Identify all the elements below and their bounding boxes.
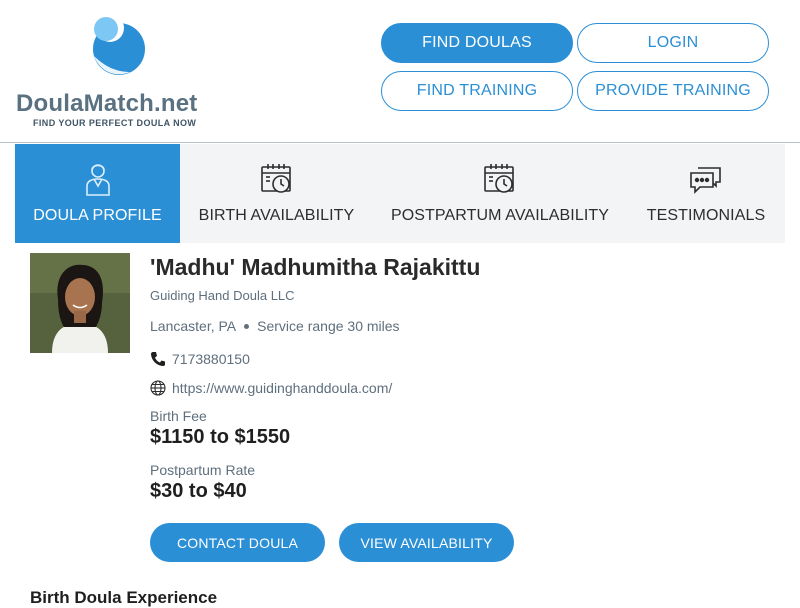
- phone-row[interactable]: 7173880150: [150, 351, 250, 367]
- website-link[interactable]: https://www.guidinghanddoula.com/: [172, 380, 392, 396]
- contact-doula-button[interactable]: CONTACT DOULA: [150, 523, 325, 562]
- birth-fee-label: Birth Fee: [150, 408, 207, 424]
- logo-wordmark: DoulaMatch.net: [16, 90, 198, 117]
- site-logo[interactable]: DoulaMatch.net FIND YOUR PERFECT DOULA N…: [16, 12, 221, 132]
- tab-doula-profile[interactable]: DOULA PROFILE: [15, 144, 180, 243]
- postpartum-rate-value: $30 to $40: [150, 480, 247, 502]
- company-name: Guiding Hand Doula LLC: [150, 288, 295, 303]
- chat-bubbles-icon: [690, 167, 721, 194]
- tab-postpartum-availability[interactable]: POSTPARTUM AVAILABILITY: [373, 144, 627, 243]
- find-training-button[interactable]: FIND TRAINING: [381, 71, 573, 111]
- doula-photo: [30, 253, 130, 353]
- birth-fee-value: $1150 to $1550: [150, 426, 291, 448]
- logo-tagline: FIND YOUR PERFECT DOULA NOW: [33, 118, 197, 128]
- website-row[interactable]: https://www.guidinghanddoula.com/: [150, 380, 392, 396]
- separator-dot: [244, 323, 250, 329]
- profile-tabs: DOULA PROFILE BIRTH AVAILABILITY POSTPAR…: [15, 144, 785, 243]
- logo-mark-icon: [93, 14, 145, 75]
- doula-person-icon: [85, 164, 110, 196]
- tab-label: TESTIMONIALS: [646, 207, 766, 224]
- phone-number[interactable]: 7173880150: [172, 351, 250, 367]
- location-line: Lancaster, PA Service range 30 miles: [150, 318, 400, 334]
- tab-label: DOULA PROFILE: [33, 207, 162, 224]
- tab-label: BIRTH AVAILABILITY: [198, 207, 355, 224]
- calendar-clock-icon: [260, 164, 291, 193]
- provide-training-button[interactable]: PROVIDE TRAINING: [577, 71, 769, 111]
- tab-birth-availability[interactable]: BIRTH AVAILABILITY: [180, 144, 373, 243]
- service-range-text: Service range 30 miles: [257, 318, 400, 334]
- globe-icon: [150, 380, 166, 396]
- site-header: DoulaMatch.net FIND YOUR PERFECT DOULA N…: [0, 0, 800, 143]
- doula-name: 'Madhu' Madhumitha Rajakittu: [150, 254, 481, 280]
- portrait-illustration: [30, 253, 130, 353]
- calendar-clock-icon: [484, 164, 514, 193]
- location-text: Lancaster, PA: [150, 318, 237, 334]
- tab-label: POSTPARTUM AVAILABILITY: [390, 207, 610, 224]
- view-availability-button[interactable]: VIEW AVAILABILITY: [339, 523, 514, 562]
- find-doulas-button[interactable]: FIND DOULAS: [381, 23, 573, 63]
- login-button[interactable]: LOGIN: [577, 23, 769, 63]
- tab-testimonials[interactable]: TESTIMONIALS: [627, 144, 785, 243]
- postpartum-rate-label: Postpartum Rate: [150, 462, 256, 478]
- section-heading: Birth Doula Experience: [30, 588, 218, 607]
- phone-icon: [151, 352, 165, 366]
